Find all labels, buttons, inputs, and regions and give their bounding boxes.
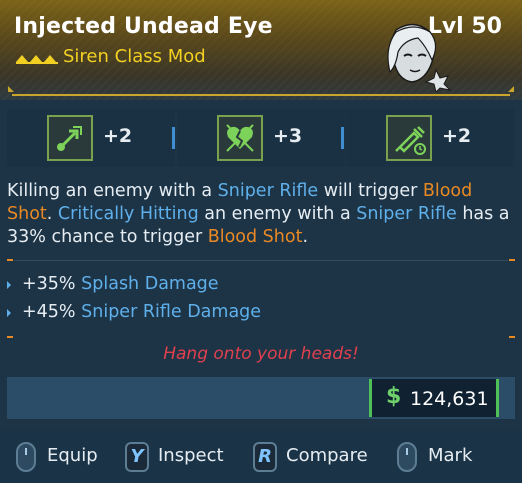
price-value: 124,631 [410,388,489,410]
r-key-icon: R [253,442,277,472]
mouse-middle-click-icon [397,442,417,472]
skill-3-value: +2 [442,125,472,147]
y-key-icon: Y [125,442,149,472]
desc-text: . [46,204,58,224]
desc-text: will trigger [318,181,423,201]
desc-text: Killing an enemy with a [7,181,218,201]
item-header: Injected Undead Eye Lvl 50 Siren Class M… [0,0,522,100]
skill-slot-3[interactable]: +2 [346,109,514,167]
compare-button[interactable]: R Compare [253,442,373,472]
skill-2-value: +3 [273,125,303,147]
keyword-sniper-rifle: Sniper Rifle [356,204,457,224]
skill-bonus-row: +2 +3 +2 [0,103,522,171]
bonus-value: +45% [22,302,76,322]
skill-slot-1[interactable]: +2 [7,109,175,167]
flavor-text: Hang onto your heads! [163,344,359,364]
mouse-left-click-icon [16,442,36,472]
item-type: Siren Class Mod [63,46,206,67]
skill-separator [341,127,344,149]
bonus-line-2: +45% Sniper Rifle Damage [22,302,261,322]
rocket-arrow-icon [47,115,93,161]
currency-icon: $ [386,384,402,409]
inspect-button[interactable]: Y Inspect [125,442,235,472]
desc-text: . [302,227,309,247]
header-corner-right [508,86,514,92]
bonus-stat: Splash Damage [81,274,219,294]
item-description: Killing an enemy with a Sniper Rifle wil… [7,180,515,249]
broken-heart-icon [217,115,263,161]
desc-text: an enemy with a [198,204,357,224]
divider-line [14,260,508,261]
equip-button[interactable]: Equip [16,442,106,472]
skill-separator [172,127,175,149]
mark-label: Mark [428,445,473,466]
price-bar: $ 124,631 [7,377,515,419]
bonus-line-1: +35% Splash Damage [22,274,219,294]
equip-label: Equip [47,445,98,466]
divider-marker [509,336,515,338]
keyword-blood-shot: Blood Shot [207,227,303,247]
mark-button[interactable]: Mark [397,442,477,472]
skill-slot-2[interactable]: +3 [177,109,345,167]
keyword-critically-hitting: Critically Hitting [57,204,199,224]
item-name: Injected Undead Eye [14,14,273,39]
action-bar: Equip Y Inspect R Compare Mark [0,430,522,483]
bullet-icon [7,309,11,317]
rarity-chevrons-icon [16,55,58,64]
skill-1-value: +2 [103,125,133,147]
divider-marker [7,336,13,338]
bonus-value: +35% [22,274,76,294]
siren-portrait-icon [387,23,452,92]
bullet-icon [7,281,11,289]
header-corner-left [8,86,14,92]
keyword-sniper-rifle: Sniper Rifle [217,181,319,201]
syringe-timer-icon [386,115,432,161]
divider-marker [509,259,515,261]
compare-label: Compare [286,445,368,466]
bonus-stat: Sniper Rifle Damage [81,302,262,322]
price-box: $ 124,631 [369,379,499,417]
inspect-label: Inspect [158,445,224,466]
divider-marker [7,259,13,261]
header-divider [12,94,510,96]
